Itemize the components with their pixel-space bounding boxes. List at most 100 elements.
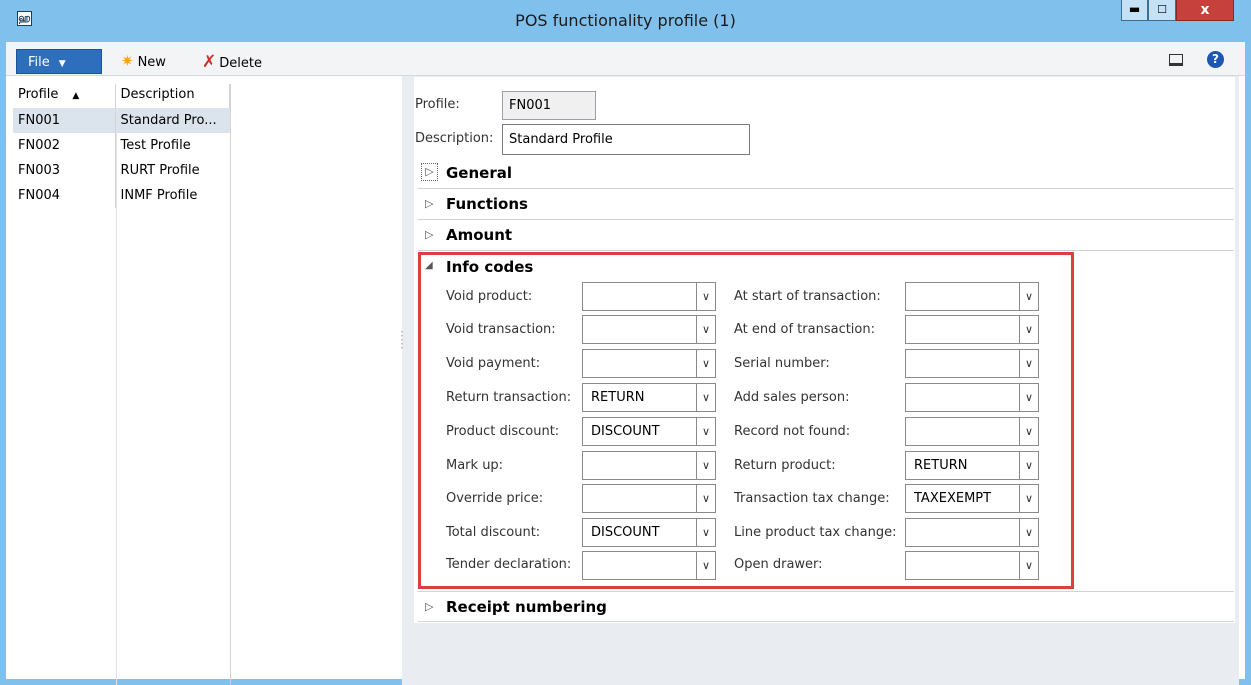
chevron-down-icon[interactable]: ∨ <box>1019 350 1038 377</box>
cell-description: Standard Pro... <box>120 113 217 128</box>
void-payment-label: Void payment: <box>446 356 541 371</box>
section-general[interactable]: ▷ General <box>418 158 1234 189</box>
transaction-tax-change-label: Transaction tax change: <box>734 491 890 506</box>
section-functions[interactable]: ▷ Functions <box>418 189 1234 220</box>
window-title: POS functionality profile (1) <box>515 11 736 30</box>
at-start-of-transaction-combo[interactable]: ∨ <box>905 282 1039 311</box>
cell-profile: FN003 <box>13 158 116 183</box>
serial-number-label: Serial number: <box>734 356 830 371</box>
column-header-profile[interactable]: Profile ▲ <box>13 84 116 108</box>
line-product-tax-change-label: Line product tax change: <box>734 525 897 540</box>
tender-declaration-combo[interactable]: ∨ <box>582 551 716 580</box>
section-info-codes[interactable]: ◢ Info codes <box>418 252 1234 283</box>
product-discount-combo[interactable]: DISCOUNT ∨ <box>582 417 716 446</box>
chevron-down-icon[interactable]: ∨ <box>696 519 715 546</box>
mark-up-combo[interactable]: ∨ <box>582 451 716 480</box>
splitter-grip[interactable]: · · · · · <box>400 326 406 354</box>
toolbar: File ▼ ✷ New ✗ Delete ? <box>6 42 1245 76</box>
chevron-down-icon[interactable]: ∨ <box>1019 283 1038 310</box>
fact-box-panel-icon[interactable] <box>1169 54 1183 66</box>
open-drawer-combo[interactable]: ∨ <box>905 551 1039 580</box>
title-bar: ஹ POS functionality profile (1) ▬ ☐ x <box>0 0 1251 42</box>
total-discount-label: Total discount: <box>446 525 541 540</box>
chevron-down-icon[interactable]: ∨ <box>696 418 715 445</box>
chevron-down-icon[interactable]: ∨ <box>696 485 715 512</box>
at-end-of-transaction-label: At end of transaction: <box>734 322 875 337</box>
void-transaction-label: Void transaction: <box>446 322 556 337</box>
maximize-button[interactable]: ☐ <box>1148 0 1176 21</box>
section-amount-title: Amount <box>446 226 513 244</box>
profile-field[interactable]: FN001 <box>502 91 596 120</box>
record-not-found-combo[interactable]: ∨ <box>905 417 1039 446</box>
collapse-arrow-icon: ◢ <box>425 260 433 271</box>
open-drawer-label: Open drawer: <box>734 557 823 572</box>
expand-arrow-icon: ▷ <box>421 163 438 181</box>
section-functions-title: Functions <box>446 195 528 213</box>
delete-button[interactable]: ✗ Delete <box>202 52 262 72</box>
cell-description: RURT Profile <box>120 163 200 178</box>
table-row[interactable]: FN003 RURT Profile <box>13 158 230 183</box>
description-field[interactable]: Standard Profile <box>502 124 750 155</box>
return-transaction-combo[interactable]: RETURN ∨ <box>582 383 716 412</box>
chevron-down-icon[interactable]: ∨ <box>1019 384 1038 411</box>
chevron-down-icon[interactable]: ∨ <box>1019 485 1038 512</box>
new-label: New <box>137 55 166 70</box>
section-amount[interactable]: ▷ Amount <box>418 220 1234 251</box>
return-transaction-label: Return transaction: <box>446 390 572 405</box>
at-end-of-transaction-combo[interactable]: ∨ <box>905 315 1039 344</box>
void-product-label: Void product: <box>446 289 533 304</box>
override-price-label: Override price: <box>446 491 544 506</box>
file-label: File <box>28 55 50 70</box>
add-sales-person-combo[interactable]: ∨ <box>905 383 1039 412</box>
chevron-down-icon[interactable]: ∨ <box>1019 452 1038 479</box>
chevron-down-icon[interactable]: ∨ <box>1019 552 1038 579</box>
expand-arrow-icon: ▷ <box>425 197 434 210</box>
chevron-down-icon[interactable]: ∨ <box>696 552 715 579</box>
total-discount-combo[interactable]: DISCOUNT ∨ <box>582 518 716 547</box>
file-menu-button[interactable]: File ▼ <box>16 49 102 74</box>
at-start-of-transaction-label: At start of transaction: <box>734 289 881 304</box>
cell-profile: FN004 <box>13 183 116 208</box>
close-button[interactable]: x <box>1176 0 1234 21</box>
chevron-down-icon[interactable]: ∨ <box>696 316 715 343</box>
product-discount-label: Product discount: <box>446 424 560 439</box>
cell-profile: FN002 <box>13 133 116 158</box>
grid-column-divider <box>116 108 117 685</box>
tender-declaration-label: Tender declaration: <box>446 557 572 572</box>
serial-number-combo[interactable]: ∨ <box>905 349 1039 378</box>
new-button[interactable]: ✷ New <box>121 52 166 70</box>
grid-header: Profile ▲ Description <box>13 84 230 108</box>
line-product-tax-change-combo[interactable]: ∨ <box>905 518 1039 547</box>
chevron-down-icon[interactable]: ∨ <box>696 283 715 310</box>
chevron-down-icon[interactable]: ∨ <box>1019 316 1038 343</box>
table-row[interactable]: FN004 INMF Profile <box>13 183 230 208</box>
return-product-label: Return product: <box>734 458 836 473</box>
chevron-down-icon[interactable]: ∨ <box>696 384 715 411</box>
mark-up-label: Mark up: <box>446 458 504 473</box>
cell-profile: FN001 <box>13 108 116 133</box>
section-info-codes-title: Info codes <box>446 258 534 276</box>
sort-ascending-icon: ▲ <box>72 91 80 101</box>
table-row[interactable]: FN001 Standard Pro... <box>13 108 230 133</box>
minimize-button[interactable]: ▬ <box>1121 0 1148 21</box>
description-label: Description: <box>415 131 494 146</box>
cell-description: INMF Profile <box>120 188 198 203</box>
chevron-down-icon[interactable]: ∨ <box>1019 418 1038 445</box>
section-receipt-numbering[interactable]: ▷ Receipt numbering <box>418 591 1234 622</box>
expand-arrow-icon: ▷ <box>425 228 434 241</box>
transaction-tax-change-combo[interactable]: TAXEXEMPT ∨ <box>905 484 1039 513</box>
chevron-down-icon[interactable]: ∨ <box>696 452 715 479</box>
new-star-icon: ✷ <box>121 52 134 70</box>
profile-grid: Profile ▲ Description FN001 Standard Pro.… <box>13 84 231 684</box>
help-icon[interactable]: ? <box>1207 51 1224 68</box>
void-transaction-combo[interactable]: ∨ <box>582 315 716 344</box>
section-general-title: General <box>446 164 512 182</box>
override-price-combo[interactable]: ∨ <box>582 484 716 513</box>
chevron-down-icon[interactable]: ∨ <box>696 350 715 377</box>
void-product-combo[interactable]: ∨ <box>582 282 716 311</box>
chevron-down-icon[interactable]: ∨ <box>1019 519 1038 546</box>
return-product-combo[interactable]: RETURN ∨ <box>905 451 1039 480</box>
column-header-description[interactable]: Description <box>116 84 230 108</box>
void-payment-combo[interactable]: ∨ <box>582 349 716 378</box>
table-row[interactable]: FN002 Test Profile <box>13 133 230 158</box>
